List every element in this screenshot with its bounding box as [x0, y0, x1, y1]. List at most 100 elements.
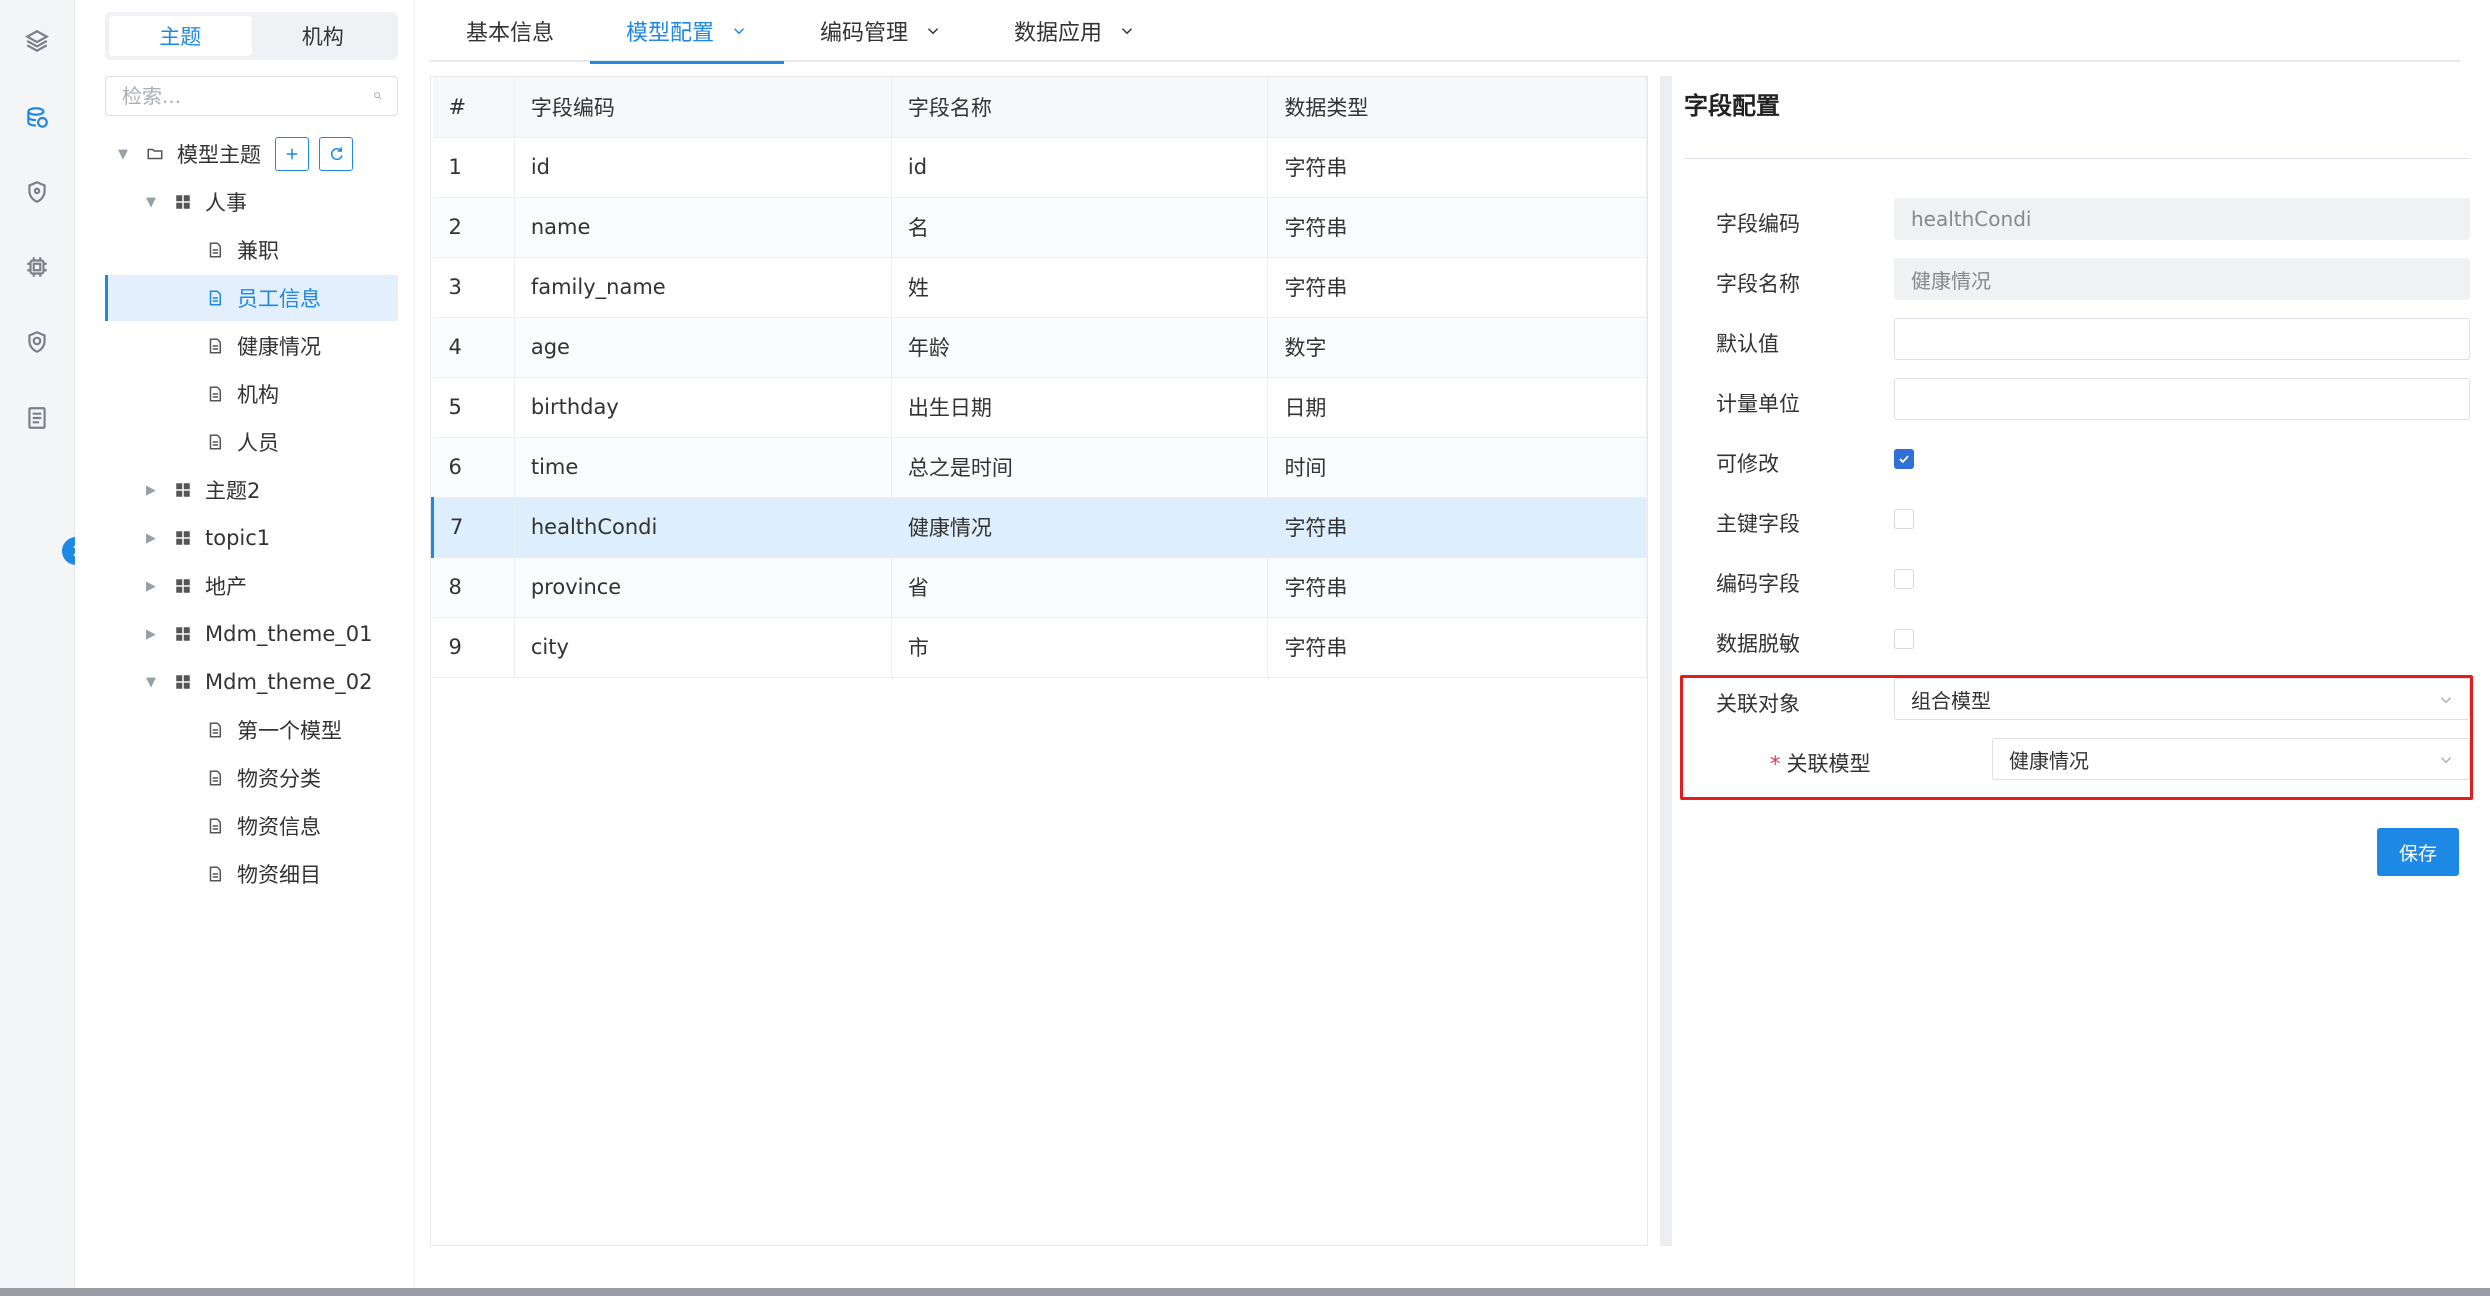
tree-node-group[interactable]: ▶ 地产: [105, 563, 398, 609]
cell-data-type: 时间: [1267, 437, 1647, 498]
table-row-selected[interactable]: 7 healthCondi 健康情况 字符串: [431, 497, 1647, 558]
table-row[interactable]: 2 name 名 字符串: [432, 197, 1647, 258]
cell-data-type: 字符串: [1267, 617, 1647, 678]
panel-title: 字段配置: [1684, 92, 1780, 120]
table-row[interactable]: 1 id id 字符串: [432, 137, 1647, 198]
tab-code-management[interactable]: 编码管理: [784, 0, 978, 62]
tree-node-doc[interactable]: 兼职: [105, 227, 398, 273]
tree-node-label: Mdm_theme_02: [205, 670, 373, 694]
table-row[interactable]: 6 time 总之是时间 时间: [432, 437, 1647, 498]
tab-bar: 基本信息 模型配置 编码管理 数据应用: [430, 0, 2460, 64]
grid-icon: [173, 624, 193, 644]
tab-model-config[interactable]: 模型配置: [590, 0, 785, 64]
column-header[interactable]: 字段名称: [891, 77, 1269, 138]
grid-icon: [173, 576, 193, 596]
tree-node-group[interactable]: ▶ Mdm_theme_01: [105, 611, 398, 657]
tree-node-label: Mdm_theme_01: [205, 622, 373, 646]
caret-right-icon[interactable]: ▶: [143, 578, 159, 594]
cell-data-type: 字符串: [1267, 137, 1647, 198]
tree-node-label: 物资分类: [237, 767, 321, 791]
tree-node-doc[interactable]: 物资分类: [105, 755, 398, 801]
cell-field-name: 省: [891, 557, 1269, 618]
cell-data-type: 日期: [1267, 377, 1647, 438]
file-icon: [205, 768, 225, 788]
cell-field-code: healthCondi: [514, 497, 892, 558]
cell-index: 2: [432, 197, 515, 258]
cell-field-name: 出生日期: [891, 377, 1269, 438]
tree-search-input[interactable]: [120, 83, 373, 109]
chip-icon[interactable]: [22, 252, 52, 282]
tab-data-application[interactable]: 数据应用: [978, 0, 1172, 62]
folder-open-icon: [145, 144, 165, 164]
cell-index: 4: [432, 317, 515, 378]
table-row[interactable]: 8 province 省 字符串: [432, 557, 1647, 618]
cell-field-code: province: [514, 557, 892, 618]
cell-index: 9: [432, 617, 515, 678]
column-header[interactable]: 数据类型: [1267, 77, 1647, 138]
document-icon[interactable]: [22, 403, 52, 433]
cell-index: 8: [432, 557, 515, 618]
cell-index: 6: [432, 437, 515, 498]
tree-node-group[interactable]: ▶ topic1: [105, 515, 398, 561]
tree-root[interactable]: ▼ 模型主题: [105, 131, 398, 177]
caret-down-icon[interactable]: ▼: [143, 194, 159, 210]
chevron-down-icon: [1122, 28, 1133, 35]
security-icon[interactable]: [22, 327, 52, 357]
unit-input[interactable]: [1894, 378, 2470, 420]
cell-field-name: 年龄: [891, 317, 1269, 378]
tree-node-doc[interactable]: 第一个模型: [105, 707, 398, 753]
caret-right-icon[interactable]: ▶: [143, 626, 159, 642]
data-masking-label: 数据脱敏: [1716, 632, 1800, 656]
save-button[interactable]: 保存: [2377, 828, 2459, 876]
table-row[interactable]: 3 family_name 姓 字符串: [432, 257, 1647, 318]
code-field-checkbox[interactable]: [1894, 569, 1914, 589]
cell-field-name: 市: [891, 617, 1269, 678]
add-node-button[interactable]: [275, 137, 309, 171]
column-header[interactable]: 字段编码: [514, 77, 892, 138]
tree-node-doc[interactable]: 物资信息: [105, 803, 398, 849]
tree-node-group[interactable]: ▼ 人事: [105, 179, 398, 225]
table-row[interactable]: 5 birthday 出生日期 日期: [432, 377, 1647, 438]
cell-data-type: 字符串: [1267, 497, 1647, 558]
primary-key-checkbox[interactable]: [1894, 509, 1914, 529]
default-value-input[interactable]: [1894, 318, 2470, 360]
table-header-row: # 字段编码 字段名称 数据类型: [432, 77, 1647, 138]
refresh-tree-button[interactable]: [319, 137, 353, 171]
tree-node-label: 人事: [205, 191, 247, 215]
tab-basic-info[interactable]: 基本信息: [430, 0, 590, 62]
tree-node-group[interactable]: ▼ Mdm_theme_02: [105, 659, 398, 705]
table-row[interactable]: 9 city 市 字符串: [432, 617, 1647, 678]
editable-checkbox[interactable]: [1894, 449, 1914, 469]
tree-node-group[interactable]: ▶ 主题2: [105, 467, 398, 513]
column-header[interactable]: #: [432, 77, 515, 138]
database-icon[interactable]: [22, 103, 52, 133]
grid-icon: [173, 192, 193, 212]
file-icon: [205, 240, 225, 260]
tree-node-doc[interactable]: 物资细目: [105, 851, 398, 897]
cell-field-name: id: [891, 137, 1269, 198]
caret-right-icon[interactable]: ▶: [143, 482, 159, 498]
caret-right-icon[interactable]: ▶: [143, 530, 159, 546]
caret-down-icon[interactable]: ▼: [143, 674, 159, 690]
layers-icon[interactable]: [22, 26, 52, 56]
segment-organization[interactable]: 机构: [252, 16, 395, 56]
file-icon: [205, 432, 225, 452]
data-masking-checkbox[interactable]: [1894, 629, 1914, 649]
shield-icon[interactable]: [22, 177, 52, 207]
caret-down-icon[interactable]: ▼: [115, 146, 131, 162]
tree-node-doc[interactable]: 人员: [105, 419, 398, 465]
tab-label: 基本信息: [466, 21, 555, 46]
tree-node-label: 员工信息: [237, 287, 321, 311]
cell-field-code: id: [514, 137, 892, 198]
segment-theme[interactable]: 主题: [109, 16, 252, 56]
tree-node-doc[interactable]: 机构: [105, 371, 398, 417]
search-icon[interactable]: [373, 87, 383, 105]
icon-rail: [0, 0, 75, 1288]
grid-icon: [173, 672, 193, 692]
tree-node-doc[interactable]: 健康情况: [105, 323, 398, 369]
file-icon: [205, 336, 225, 356]
file-icon: [205, 864, 225, 884]
table-row[interactable]: 4 age 年龄 数字: [432, 317, 1647, 378]
tree-search-box: [105, 76, 398, 116]
tree-node-doc-selected[interactable]: 员工信息: [105, 275, 398, 321]
